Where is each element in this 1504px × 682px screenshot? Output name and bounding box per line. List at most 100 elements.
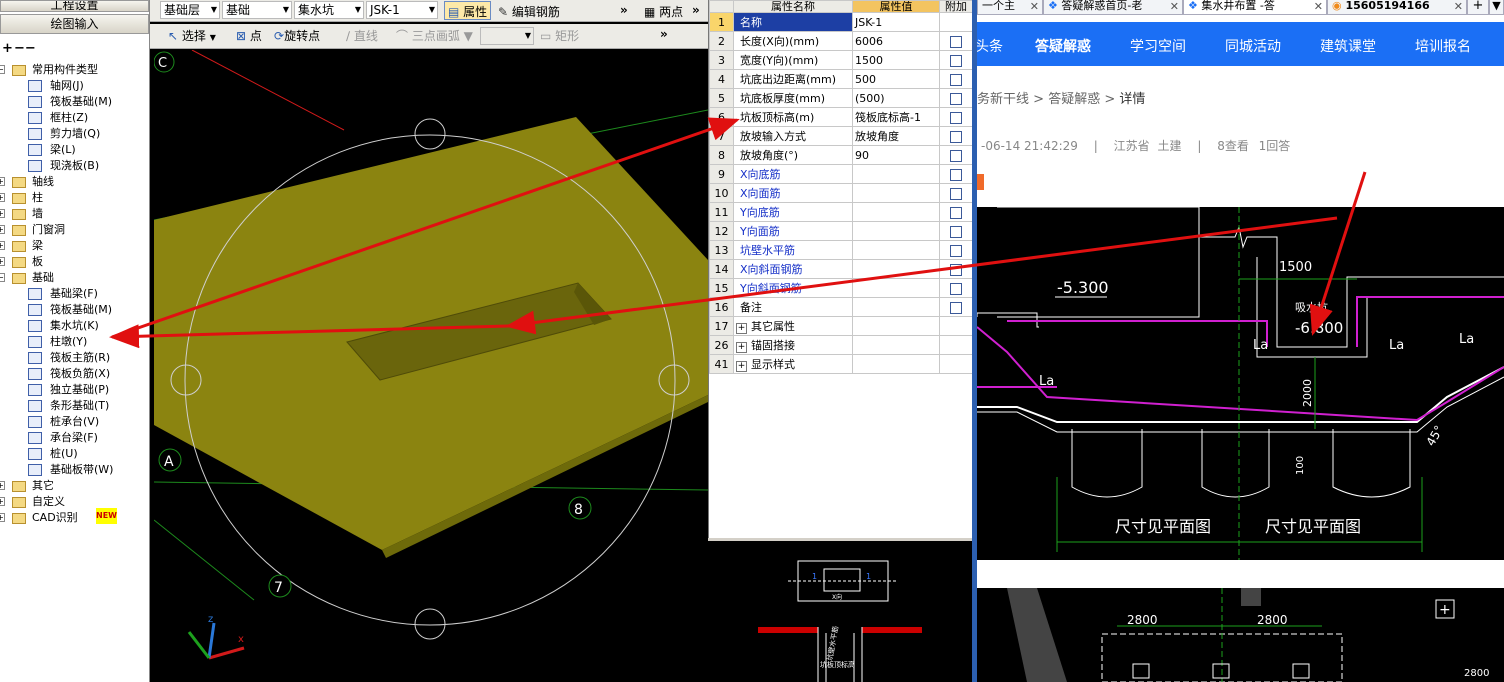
drawing-input-button[interactable]: 绘图输入 — [0, 14, 149, 34]
tree-item[interactable]: 筏板基础(M) — [0, 94, 150, 110]
extra-checkbox[interactable] — [950, 111, 962, 124]
property-value[interactable]: 1500 — [852, 50, 940, 70]
property-row[interactable]: 15 Y向斜面钢筋 — [709, 278, 973, 298]
property-row[interactable]: 26 + 锚固搭接 — [709, 335, 973, 355]
component-type-select[interactable]: 集水坑 ▼ — [294, 1, 364, 19]
property-value[interactable]: 6006 — [852, 31, 940, 51]
extra-checkbox[interactable] — [950, 149, 962, 162]
expand-icon[interactable]: + — [736, 342, 747, 353]
extra-checkbox[interactable] — [950, 206, 962, 219]
close-icon[interactable]: ✕ — [1454, 1, 1463, 12]
tree-folder[interactable]: − 常用构件类型 — [0, 62, 150, 78]
property-value[interactable] — [852, 354, 940, 374]
nav-item[interactable]: 建筑课堂 — [1320, 36, 1376, 56]
tree-item[interactable]: 筏板负筋(X) — [0, 366, 150, 382]
tree-item[interactable]: 桩(U) — [0, 446, 150, 462]
two-points-button[interactable]: ▦ 两点 — [644, 3, 683, 20]
component-select[interactable]: JSK-1 ▼ — [366, 1, 438, 19]
tab-list-icon[interactable]: ▼ — [1489, 0, 1504, 15]
extra-checkbox[interactable] — [950, 282, 962, 295]
tree-item[interactable]: 基础梁(F) — [0, 286, 150, 302]
property-row[interactable]: 12 Y向面筋 — [709, 221, 973, 241]
toolbar-overflow-icon[interactable]: » — [692, 3, 700, 17]
property-row[interactable]: 6 坑板顶标高(m) 筏板底标高-1 — [709, 107, 973, 127]
tree-folder[interactable]: − 基础 — [0, 270, 150, 286]
extra-checkbox[interactable] — [950, 244, 962, 257]
expand-icon[interactable]: + — [0, 257, 5, 266]
breadcrumb-link[interactable]: 务新干线 — [977, 92, 1029, 107]
property-value[interactable]: JSK-1 — [852, 12, 940, 32]
expand-icon[interactable]: + — [0, 241, 5, 250]
property-value[interactable] — [852, 259, 940, 279]
tree-item[interactable]: 框柱(Z) — [0, 110, 150, 126]
collapse-all-icon[interactable]: −− — [14, 41, 36, 56]
tree-item[interactable]: 基础板带(W) — [0, 462, 150, 478]
collapse-icon[interactable]: − — [0, 65, 5, 74]
arc3-button[interactable]: ⌒ 三点画弧 ▼ — [396, 27, 473, 44]
project-settings-button[interactable]: 工程设置 — [0, 0, 149, 12]
property-value[interactable] — [852, 202, 940, 222]
browser-tab-active[interactable]: ❖ 集水井布置 -答 ✕ — [1183, 0, 1327, 15]
tree-folder[interactable]: + CAD识别 NEW — [0, 508, 150, 526]
property-row[interactable]: 41 + 显示样式 — [709, 354, 973, 374]
tree-item[interactable]: 轴网(J) — [0, 78, 150, 94]
attached-cad-image[interactable]: -5.300 1500 吸水坑 -6.800 La La La La 2000 … — [977, 207, 1504, 560]
property-value[interactable]: 放坡角度 — [852, 126, 940, 146]
rect-button[interactable]: ▭ 矩形 — [540, 27, 579, 44]
property-value[interactable]: 90 — [852, 145, 940, 165]
expand-icon[interactable]: + — [0, 513, 5, 522]
tree-folder[interactable]: + 柱 — [0, 190, 150, 206]
property-value[interactable] — [852, 316, 940, 336]
rotate-point-button[interactable]: ⟳旋转点 — [274, 27, 320, 44]
edit-rebar-button[interactable]: ✎ 编辑钢筋 — [498, 3, 560, 20]
category-select[interactable]: 基础 ▼ — [222, 1, 292, 19]
extra-checkbox[interactable] — [950, 35, 962, 48]
property-row[interactable]: 5 坑底板厚度(mm) (500) — [709, 88, 973, 108]
tree-item[interactable]: 桩承台(V) — [0, 414, 150, 430]
expand-icon[interactable]: + — [736, 323, 747, 334]
tree-item[interactable]: 筏板主筋(R) — [0, 350, 150, 366]
tree-item[interactable]: 筏板基础(M) — [0, 302, 150, 318]
property-value[interactable]: 500 — [852, 69, 940, 89]
expand-icon[interactable]: + — [0, 209, 5, 218]
property-button[interactable]: ▤ 属性 — [444, 1, 492, 20]
tree-item[interactable]: 独立基础(P) — [0, 382, 150, 398]
expand-icon[interactable]: + — [736, 361, 747, 372]
tree-folder[interactable]: + 自定义 — [0, 494, 150, 510]
toolbar-overflow-icon[interactable]: » — [660, 27, 668, 41]
close-icon[interactable]: ✕ — [1314, 1, 1323, 12]
point-button[interactable]: ⊠ 点 — [236, 27, 262, 44]
property-value[interactable] — [852, 240, 940, 260]
tree-folder[interactable]: + 板 — [0, 254, 150, 270]
tree-item[interactable]: 剪力墙(Q) — [0, 126, 150, 142]
draw-mode-select[interactable]: ▼ — [480, 27, 534, 45]
property-value[interactable]: (500) — [852, 88, 940, 108]
nav-item[interactable]: 培训报名 — [1415, 36, 1471, 56]
close-icon[interactable]: ✕ — [1170, 1, 1179, 12]
nav-item[interactable]: 学习空间 — [1130, 36, 1186, 56]
3d-viewport[interactable]: C A 8 7 x z — [154, 50, 708, 682]
property-row[interactable]: 2 长度(X向)(mm) 6006 — [709, 31, 973, 51]
property-row[interactable]: 16 备注 — [709, 297, 973, 317]
nav-item[interactable]: 同城活动 — [1225, 36, 1281, 56]
tree-item[interactable]: 现浇板(B) — [0, 158, 150, 174]
tree-item[interactable]: 承台梁(F) — [0, 430, 150, 446]
property-row[interactable]: 1 名称 JSK-1 — [709, 12, 973, 32]
collapse-icon[interactable]: − — [0, 273, 5, 282]
nav-item[interactable]: 头条 — [977, 36, 1003, 56]
nav-item-active[interactable]: 答疑解惑 — [1035, 36, 1091, 56]
toolbar-overflow-icon[interactable]: » — [620, 3, 628, 17]
floor-select[interactable]: 基础层 ▼ — [160, 1, 220, 19]
property-value[interactable] — [852, 297, 940, 317]
tree-item[interactable]: 梁(L) — [0, 142, 150, 158]
tree-folder[interactable]: + 其它 — [0, 478, 150, 494]
extra-checkbox[interactable] — [950, 187, 962, 200]
property-value[interactable] — [852, 278, 940, 298]
property-value[interactable] — [852, 183, 940, 203]
browser-tab[interactable]: ❖ 答疑解惑首页-老 ✕ — [1043, 0, 1183, 15]
extra-checkbox[interactable] — [950, 130, 962, 143]
tree-folder[interactable]: + 墙 — [0, 206, 150, 222]
breadcrumb-link[interactable]: 答疑解惑 — [1048, 92, 1100, 107]
select-button[interactable]: ↖ 选择 ▼ — [168, 27, 216, 44]
property-row[interactable]: 14 X向斜面钢筋 — [709, 259, 973, 279]
